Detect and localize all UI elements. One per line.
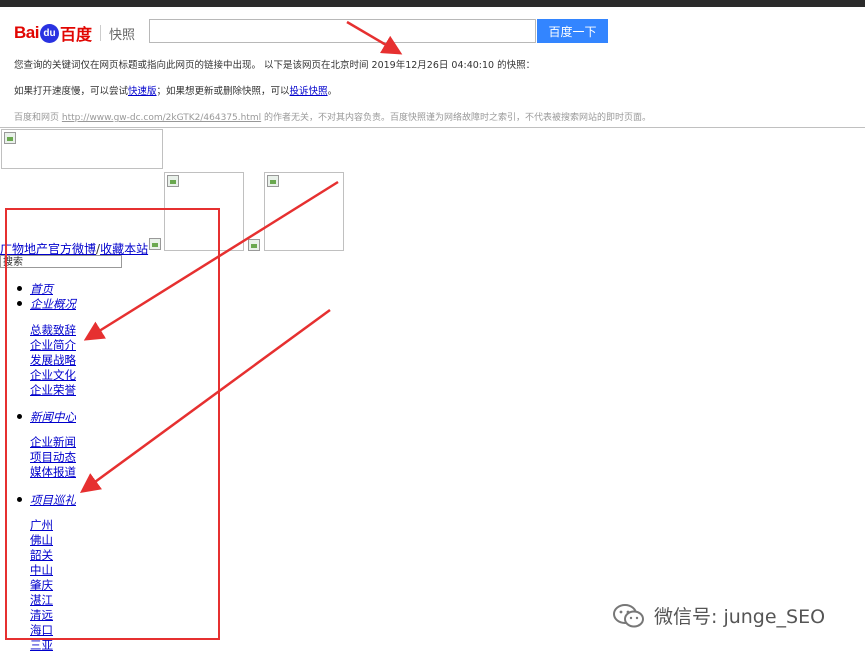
- logo-du-text: 百度: [59, 25, 92, 44]
- source-url-link[interactable]: http://www.gw-dc.com/2kGTK2/464375.html: [62, 113, 261, 123]
- logo-divider: [99, 25, 101, 41]
- broken-image-small-2: [246, 237, 260, 251]
- snapshot-notice: 您查询的关键词仅在网页标题或指向此网页的链接中出现。 以下是该网页在北京时间 2…: [14, 60, 536, 71]
- disclaimer-text-1: 百度和网页: [14, 113, 62, 123]
- sub-link-sanya[interactable]: 三亚: [30, 638, 53, 653]
- wechat-icon: [612, 603, 646, 629]
- broken-image-2: [264, 172, 344, 251]
- baidu-paw-icon: du: [39, 23, 59, 43]
- broken-image-icon: [248, 239, 260, 251]
- options-text-2: ；如果想更新或删除快照，可以: [156, 86, 290, 97]
- options-text-1: 如果打开速度慢，可以尝试: [14, 86, 129, 97]
- fast-version-link[interactable]: 快速版: [128, 86, 157, 97]
- broken-image-icon: [167, 175, 179, 187]
- search-button[interactable]: 百度一下: [537, 19, 608, 43]
- options-text-3: 。: [327, 86, 338, 97]
- broken-image-banner: [1, 129, 163, 169]
- wechat-watermark: 微信号: junge_SEO: [612, 602, 825, 629]
- logo-bai-text: Bai: [14, 23, 39, 42]
- baidu-logo[interactable]: Bai du 百度 快照: [14, 22, 135, 44]
- broken-image-icon: [267, 175, 279, 187]
- snapshot-options: 如果打开速度慢，可以尝试快速版；如果想更新或删除快照，可以投诉快照。: [14, 83, 337, 97]
- annotation-highlight-box: [5, 208, 220, 640]
- broken-image-icon: [4, 132, 16, 144]
- disclaimer: 百度和网页 http://www.gw-dc.com/2kGTK2/464375…: [14, 110, 651, 123]
- logo-product-name: 快照: [108, 27, 135, 43]
- watermark-text: 微信号: junge_SEO: [654, 606, 826, 628]
- header-divider: [0, 127, 865, 128]
- search-input[interactable]: [149, 19, 536, 43]
- browser-top-bar: [0, 0, 865, 7]
- complaint-snapshot-link[interactable]: 投诉快照: [290, 86, 328, 97]
- disclaimer-text-2: 的作者无关，不对其内容负责。百度快照谨为网络故障时之索引，不代表被搜索网站的即时…: [261, 113, 652, 123]
